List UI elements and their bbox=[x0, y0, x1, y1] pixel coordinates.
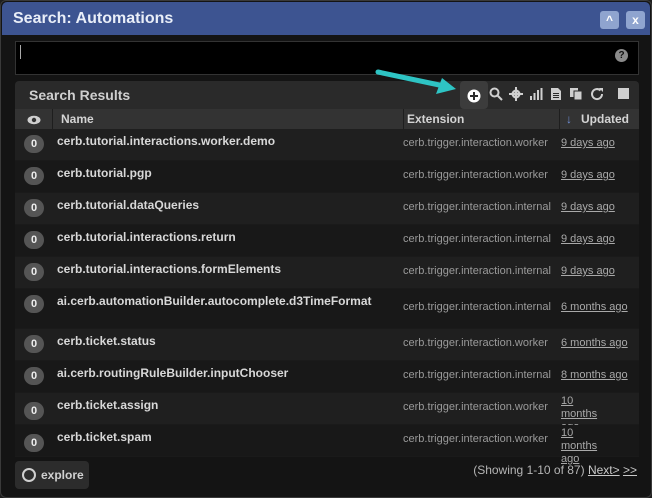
search-icon[interactable] bbox=[488, 87, 504, 103]
minimize-button[interactable]: ^ bbox=[600, 11, 619, 29]
usage-count-badge[interactable]: 0 bbox=[24, 402, 44, 420]
extension-cell: cerb.trigger.interaction.worker bbox=[403, 137, 548, 149]
updated-cell[interactable]: 6 months ago bbox=[561, 301, 637, 314]
extension-cell: cerb.trigger.interaction.internal bbox=[403, 201, 551, 213]
table-row[interactable]: 0 cerb.tutorial.pgp cerb.trigger.interacti… bbox=[15, 161, 639, 193]
last-page-link[interactable]: >> bbox=[623, 463, 637, 477]
usage-count-badge[interactable]: 0 bbox=[24, 367, 44, 385]
extension-cell: cerb.trigger.interaction.internal bbox=[403, 301, 551, 313]
updated-cell[interactable]: 8 months ago bbox=[561, 369, 637, 382]
automation-name-link[interactable]: cerb.tutorial.interactions.formElements bbox=[57, 262, 281, 276]
column-header-row: Name Extension ↓ Updated bbox=[15, 109, 639, 129]
help-icon[interactable]: ? bbox=[615, 49, 628, 62]
table-row[interactable]: 0 cerb.ticket.status cerb.trigger.interact… bbox=[15, 329, 639, 361]
usage-count-badge[interactable]: 0 bbox=[24, 434, 44, 452]
explore-button[interactable]: explore bbox=[15, 461, 89, 489]
column-extension[interactable]: Extension bbox=[407, 112, 464, 126]
automation-name-link[interactable]: ai.cerb.automationBuilder.autocomplete.d… bbox=[57, 294, 372, 308]
extension-cell: cerb.trigger.interaction.internal bbox=[403, 369, 551, 381]
automation-name-link[interactable]: cerb.tutorial.dataQueries bbox=[57, 198, 199, 212]
table-row[interactable]: 0 cerb.tutorial.interactions.formElements… bbox=[15, 257, 639, 289]
updated-cell[interactable]: 9 days ago bbox=[561, 137, 637, 150]
table-row[interactable]: 0 cerb.tutorial.interactions.return cerb.t… bbox=[15, 225, 639, 257]
updated-cell[interactable]: 9 days ago bbox=[561, 265, 637, 278]
close-button[interactable]: x bbox=[626, 11, 645, 29]
updated-cell[interactable]: 9 days ago bbox=[561, 201, 637, 214]
usage-count-badge[interactable]: 0 bbox=[24, 167, 44, 185]
usage-count-badge[interactable]: 0 bbox=[24, 295, 44, 313]
extension-cell: cerb.trigger.interaction.worker bbox=[403, 169, 548, 181]
dialog-titlebar: Search: Automations ^ x bbox=[2, 2, 650, 35]
usage-count-badge[interactable]: 0 bbox=[24, 135, 44, 153]
gear-icon[interactable] bbox=[508, 87, 524, 103]
table-row[interactable]: 0 cerb.tutorial.dataQueries cerb.trigger.i… bbox=[15, 193, 639, 225]
automation-name-link[interactable]: cerb.tutorial.pgp bbox=[57, 166, 152, 180]
extension-cell: cerb.trigger.interaction.worker bbox=[403, 401, 548, 413]
export-icon[interactable] bbox=[548, 87, 564, 103]
chart-icon[interactable] bbox=[528, 87, 544, 103]
usage-count-badge[interactable]: 0 bbox=[24, 231, 44, 249]
pagination: (Showing 1-10 of 87) Next> >> bbox=[473, 463, 637, 477]
table-row[interactable]: 0 cerb.ticket.assign cerb.trigger.interact… bbox=[15, 393, 639, 433]
automation-name-link[interactable]: cerb.ticket.status bbox=[57, 334, 156, 348]
copy-icon[interactable] bbox=[568, 87, 584, 103]
updated-cell[interactable]: 9 days ago bbox=[561, 169, 637, 182]
explore-label: explore bbox=[41, 468, 84, 482]
automation-name-link[interactable]: cerb.ticket.assign bbox=[57, 398, 158, 412]
select-all-icon[interactable] bbox=[615, 87, 631, 103]
table-row[interactable]: 0 cerb.ticket.spam cerb.trigger.interactio… bbox=[15, 425, 639, 465]
results-title: Search Results bbox=[29, 87, 131, 103]
automation-name-link[interactable]: cerb.ticket.spam bbox=[57, 430, 152, 444]
search-query-input[interactable]: ? bbox=[15, 41, 639, 75]
automation-name-link[interactable]: cerb.tutorial.interactions.worker.demo bbox=[57, 134, 275, 148]
extension-cell: cerb.trigger.interaction.worker bbox=[403, 433, 548, 445]
refresh-icon[interactable] bbox=[589, 87, 605, 103]
extension-cell: cerb.trigger.interaction.internal bbox=[403, 233, 551, 245]
dialog-title: Search: Automations bbox=[13, 10, 174, 27]
next-page-link[interactable]: Next> bbox=[588, 463, 620, 477]
usage-count-badge[interactable]: 0 bbox=[24, 263, 44, 281]
usage-count-badge[interactable]: 0 bbox=[24, 335, 44, 353]
table-row[interactable]: 0 ai.cerb.routingRuleBuilder.inputChooser… bbox=[15, 361, 639, 393]
results-header: Search Results bbox=[15, 81, 639, 109]
table-row[interactable]: 0 cerb.tutorial.interactions.worker.demo c… bbox=[15, 129, 639, 161]
compass-icon bbox=[22, 468, 36, 482]
updated-cell[interactable]: 6 months ago bbox=[561, 337, 637, 350]
text-cursor bbox=[20, 45, 21, 59]
column-name[interactable]: Name bbox=[61, 112, 94, 126]
updated-cell[interactable]: 9 days ago bbox=[561, 233, 637, 246]
automation-name-link[interactable]: cerb.tutorial.interactions.return bbox=[57, 230, 236, 244]
results-table: 0 cerb.tutorial.interactions.worker.demo c… bbox=[15, 129, 639, 465]
updated-cell[interactable]: 10 months ago bbox=[561, 427, 609, 466]
sort-descending-icon: ↓ bbox=[566, 112, 572, 126]
extension-cell: cerb.trigger.interaction.worker bbox=[403, 337, 548, 349]
automation-name-link[interactable]: ai.cerb.routingRuleBuilder.inputChooser bbox=[57, 366, 288, 380]
usage-count-badge[interactable]: 0 bbox=[24, 199, 44, 217]
automations-search-dialog: Search: Automations ^ x ? Search Results bbox=[0, 0, 652, 498]
table-row[interactable]: 0 ai.cerb.automationBuilder.autocomplete.… bbox=[15, 289, 639, 329]
extension-cell: cerb.trigger.interaction.internal bbox=[403, 265, 551, 277]
add-icon[interactable] bbox=[460, 81, 488, 109]
showing-count: (Showing 1-10 of 87) bbox=[473, 463, 585, 477]
column-updated[interactable]: Updated bbox=[581, 112, 629, 126]
